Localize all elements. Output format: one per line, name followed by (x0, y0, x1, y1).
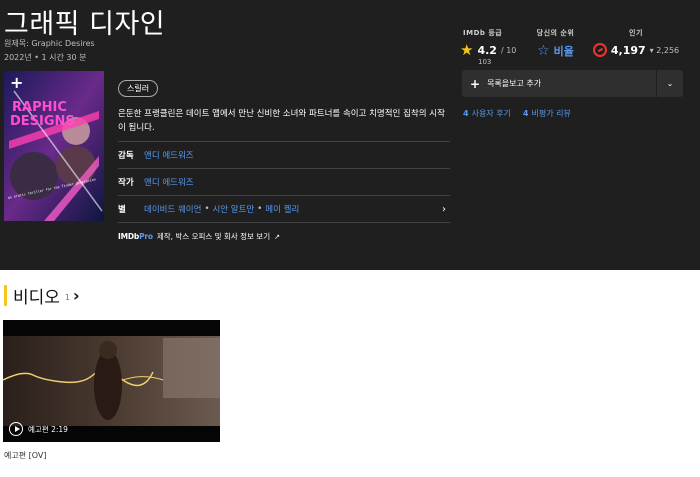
title-meta: 2022년 • 1 시간 30 분 (4, 53, 87, 62)
imdb-rating-label: IMDb 등급 (463, 29, 503, 37)
rate-button[interactable]: 비율 (554, 43, 574, 59)
videos-section-header[interactable]: 비디오 1 › (4, 283, 80, 308)
user-reviews-link[interactable]: 4 사용자 후기 (463, 108, 511, 119)
page-title: 그래픽 디자인 (4, 9, 166, 40)
imdb-rating[interactable]: IMDb 등급 ★ 4.2 / 10 103 (460, 28, 530, 66)
watchlist-control: + 목록을보고 추가 ⌄ (462, 70, 683, 97)
popularity[interactable]: 인기 4,197 ▾ 2,256 (592, 28, 680, 57)
star-icon: ★ (460, 41, 474, 59)
writer-label: 작가 (118, 178, 134, 188)
star-link[interactable]: 시안 알트만 (212, 203, 254, 215)
credit-stars[interactable]: 별 데이비드 웨이언 • 시안 알트만 • 메이 켈리 › (118, 195, 450, 222)
original-title: 원제목: Graphic Desires (4, 39, 95, 48)
writer-link[interactable]: 앤디 에드워즈 (144, 176, 194, 188)
critic-reviews-link[interactable]: 4 비평가 리뷰 (523, 108, 571, 119)
popularity-delta: ▾ 2,256 (649, 45, 680, 55)
imdbpro-text: 제작, 박스 오피스 및 회사 정보 보기 (156, 232, 271, 241)
director-link[interactable]: 앤디 에드워즈 (144, 149, 194, 161)
credit-director: 감독 앤디 에드워즈 (118, 141, 450, 168)
imdbpro-link[interactable]: IMDbPro 제작, 박스 오피스 및 회사 정보 보기 ↗ (118, 231, 280, 242)
watchlist-label: 목록을보고 추가 (487, 79, 542, 88)
plot-summary: 은둔한 프랭클린은 데이트 앱에서 만난 신비한 소녀와 파트너를 속이고 치명… (118, 109, 445, 133)
star-outline-icon: ☆ (537, 43, 550, 59)
popularity-label: 인기 (629, 29, 643, 37)
video-thumbnail[interactable]: 예고편 2:19 (3, 320, 220, 442)
video-caption[interactable]: 예고편 [OV] (4, 450, 47, 461)
external-link-icon: ↗ (274, 232, 280, 241)
watchlist-dropdown-button[interactable]: ⌄ (656, 70, 683, 97)
credit-writer: 작가 앤디 에드워즈 (118, 168, 450, 195)
imdbpro-logo: IMDbPro (118, 232, 153, 241)
popularity-value: 4,197 (610, 43, 646, 57)
poster-title-line2: DESIGNS (10, 114, 75, 129)
videos-title: 비디오 (13, 288, 60, 308)
imdb-rating-value: 4.2 (477, 44, 497, 57)
director-label: 감독 (118, 151, 134, 161)
chevron-right-icon[interactable]: › (442, 204, 446, 215)
video-badge[interactable]: 예고편 2:19 (9, 422, 68, 436)
section-accent-bar (4, 285, 7, 306)
title-hero: 그래픽 디자인 원제목: Graphic Desires 2022년 • 1 시… (0, 0, 700, 270)
plus-icon: + (470, 76, 481, 91)
popularity-icon (592, 43, 607, 57)
videos-count: 1 (64, 293, 71, 302)
add-to-watchlist-icon[interactable]: + (10, 73, 23, 92)
chevron-right-icon: › (73, 286, 80, 305)
poster-image[interactable]: RAPHIC DESIGNS an erotic thriller for th… (4, 71, 104, 221)
stars-label: 별 (118, 205, 126, 215)
play-icon (9, 422, 23, 436)
poster-art: RAPHIC DESIGNS an erotic thriller for th… (4, 71, 104, 221)
star-link[interactable]: 데이비드 웨이언 (144, 203, 201, 215)
chevron-down-icon: ⌄ (666, 79, 674, 88)
genre-chip[interactable]: 스릴러 (118, 80, 159, 97)
imdb-rating-scale: / 10 (500, 46, 517, 55)
star-link[interactable]: 메이 켈리 (265, 203, 299, 215)
video-duration: 예고편 2:19 (28, 424, 68, 434)
credit-divider (118, 222, 450, 223)
your-rating-label: 당신의 순위 (536, 29, 575, 37)
your-rating[interactable]: 당신의 순위 ☆ 비율 (528, 28, 583, 59)
imdb-rating-count: 103 (478, 58, 492, 66)
poster-title-line1: RAPHIC (12, 100, 67, 115)
review-links: 4 사용자 후기 4 비평가 리뷰 (463, 108, 571, 119)
add-to-watchlist-button[interactable]: + 목록을보고 추가 (462, 70, 656, 97)
